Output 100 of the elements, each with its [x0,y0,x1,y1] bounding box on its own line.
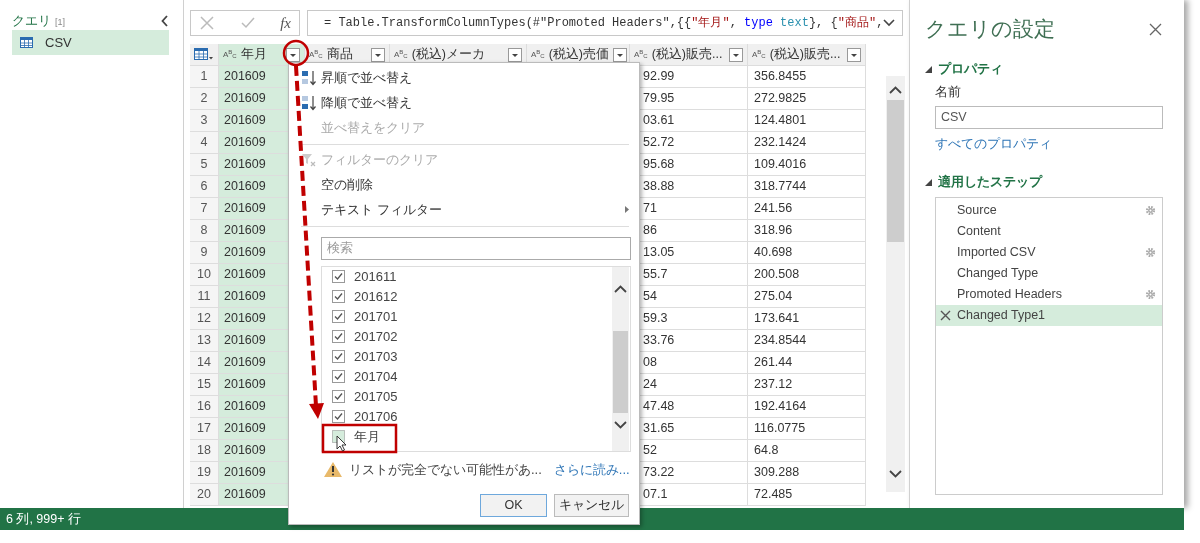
scroll-up-icon[interactable] [614,284,627,293]
scroll-up-icon[interactable] [889,86,902,94]
value-label: 201704 [354,367,398,386]
checkbox[interactable] [332,410,345,423]
dropdown-icon[interactable] [729,47,743,62]
table-cell: 192.4164 [748,396,866,418]
step-item[interactable]: Imported CSV [936,242,1162,263]
row-number: 5 [190,154,219,176]
table-cell-text: 24 [643,376,657,394]
expand-icon[interactable] [883,19,896,27]
collapse-icon[interactable] [925,65,932,73]
table-cell: 124.4801 [748,110,866,132]
close-icon[interactable] [1149,22,1162,36]
table-menu-icon[interactable] [194,48,214,61]
submenu-icon [625,206,629,213]
collapse-icon[interactable] [925,178,932,186]
row-number: 1 [190,66,219,88]
scroll-thumb[interactable] [613,330,628,413]
checkbox[interactable] [332,330,345,343]
warning-icon [323,461,343,478]
dropdown-icon[interactable] [613,47,628,62]
table-cell-text: 52 [643,442,657,460]
load-more-link[interactable]: さらに読み... [553,459,630,480]
table-cell: 234.8544 [748,330,866,352]
value-label: 年月 [354,427,380,446]
table-cell-text: 71 [643,200,657,218]
warning-text: リストが完全でない可能性があ... [349,460,542,479]
row-number: 17 [190,418,219,440]
sort-icon [301,68,317,87]
table-cell-text: 08 [643,354,657,372]
row-number: 11 [190,286,219,308]
value-label: 201702 [354,327,398,346]
checkbox[interactable] [332,310,345,323]
checkbox[interactable] [332,370,345,383]
step-item[interactable]: Source [936,200,1162,221]
ok-button[interactable]: OK [480,493,547,517]
value-label: 201701 [354,307,398,326]
table-cell-text: 55.7 [643,266,668,284]
value-label: 201705 [354,387,398,406]
cancel-button[interactable]: キャンセル [554,493,629,517]
delete-icon[interactable] [940,310,951,321]
table-cell: 356.8455 [748,66,866,88]
table-cell: 72.485 [748,484,866,506]
row-number: 16 [190,396,219,418]
table-cell-text: 07.1 [643,486,668,504]
table-cell-text: 33.76 [643,332,675,350]
row-number: 7 [190,198,219,220]
value-label: 201703 [354,347,398,366]
checkbox[interactable] [332,390,345,403]
row-number: 20 [190,484,219,506]
row-number: 12 [190,308,219,330]
scroll-down-icon[interactable] [614,420,627,429]
table-cell-text: 47.48 [643,398,675,416]
scroll-down-icon[interactable] [889,470,902,478]
dropdown-icon[interactable] [371,47,385,62]
table-cell-text: 31.65 [643,420,675,438]
dropdown-icon[interactable] [286,47,300,62]
fx-button[interactable]: fx [280,11,291,35]
dropdown-icon[interactable] [508,47,522,62]
table-cell-text: 54 [643,288,657,306]
checkbox[interactable] [332,290,345,303]
formula-field[interactable]: = Table.TransformColumnTypes(#"Promoted Headers",{{"年月", type text}, {"商品", [307,10,903,36]
row-number: 3 [190,110,219,132]
scroll-thumb[interactable] [887,100,904,242]
row-number: 18 [190,440,219,462]
table-cell-text: 52.72 [643,134,675,152]
table-cell: 237.12 [748,374,866,396]
table-cell: 261.44 [748,352,866,374]
name-field[interactable]: CSV [935,105,1163,129]
row-number: 2 [190,88,219,110]
dropdown-icon[interactable] [847,47,861,62]
table-cell: 116.0775 [748,418,866,440]
table-cell: 40.698 [748,242,866,264]
check-icon[interactable] [239,15,256,31]
table-cell-text: 59.3 [643,310,668,328]
step-item[interactable]: Changed Type [936,263,1162,284]
checkbox[interactable] [332,270,345,283]
scrollbar[interactable] [612,266,629,451]
checkbox[interactable] [332,350,345,363]
table-cell-text: 13.05 [643,244,675,262]
properties-link[interactable]: すべてのプロパティ [935,133,1052,153]
table-cell-text: 86 [643,222,657,240]
query-count: [1] [55,16,65,30]
row-number: 4 [190,132,219,154]
query-item[interactable]: CSV [12,30,169,55]
row-number: 6 [190,176,219,198]
step-item[interactable]: Content [936,221,1162,242]
table-cell: 173.641 [748,308,866,330]
row-number: 19 [190,462,219,484]
step-item[interactable]: Promoted Headers [936,284,1162,305]
search-field[interactable]: 検索 [321,236,631,260]
value-label: 201706 [354,407,398,426]
table-cell-text: 92.99 [643,68,675,86]
row-number: 8 [190,220,219,242]
pane-title: クエリ [12,12,51,31]
collapse-icon[interactable] [161,15,169,27]
scrollbar[interactable] [886,76,905,492]
row-number: 14 [190,352,219,374]
sort-icon [301,93,317,112]
step-item[interactable]: Changed Type1 [936,305,1162,326]
